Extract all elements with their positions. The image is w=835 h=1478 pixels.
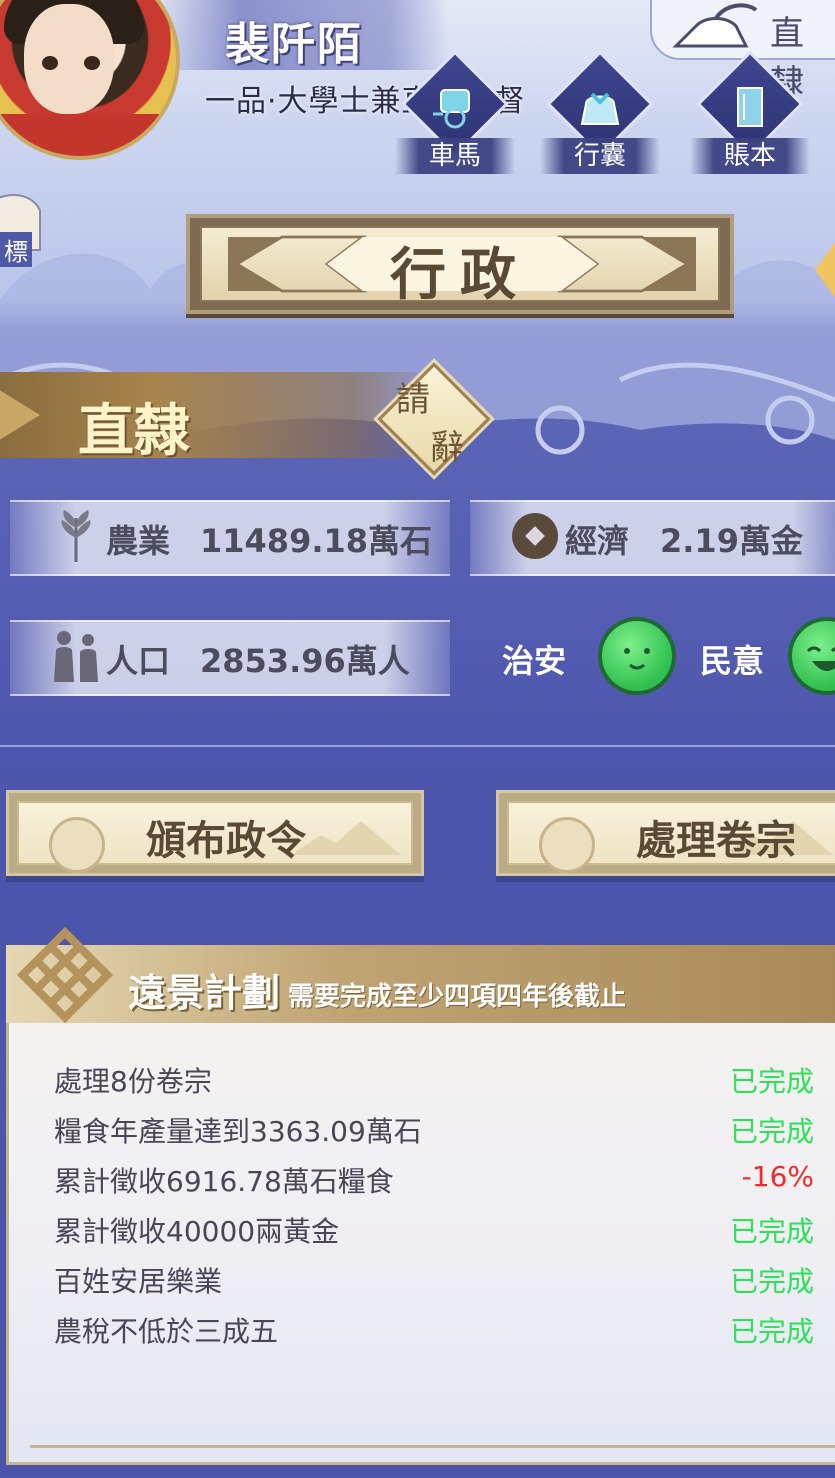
handle-files-label: 處理卷宗 <box>636 818 796 864</box>
endless-knot-icon <box>16 926 114 1024</box>
carriage-button[interactable]: 車馬 <box>395 50 515 178</box>
left-tab-label: 標 <box>0 232 32 267</box>
agriculture-label: 農業 <box>106 522 171 560</box>
plan-panel <box>6 945 835 1465</box>
goal-row: 糧食年產量達到3363.09萬石 已完成 <box>54 1110 814 1154</box>
plan-subtitle: 需要完成至少四項四年後截止 <box>288 982 627 1012</box>
goal-status: 已完成 <box>729 1115 814 1148</box>
goal-status: -16% <box>741 1160 814 1193</box>
dragon-seal-icon <box>49 817 105 873</box>
wheat-icon <box>61 510 91 562</box>
mountain-icon <box>291 821 401 855</box>
laugh-face-icon <box>806 646 835 671</box>
coin-icon <box>512 513 558 559</box>
ledger-icon <box>737 87 763 127</box>
ledger-label: 賬本 <box>690 138 810 174</box>
goal-row: 農稅不低於三成五 已完成 <box>54 1310 814 1354</box>
goal-row: 累計徵收40000兩黃金 已完成 <box>54 1210 814 1254</box>
iron-icon <box>672 3 758 48</box>
economy-label: 經濟 <box>565 522 630 560</box>
issue-decree-label: 頒布政令 <box>146 818 306 864</box>
goal-row: 百姓安居樂業 已完成 <box>54 1260 814 1304</box>
carriage-icon <box>433 89 470 129</box>
dragon-seal-icon <box>539 817 595 873</box>
plan-title: 遠景計劃 <box>128 971 281 1015</box>
goal-text: 農稅不低於三成五 <box>54 1315 279 1348</box>
people-icon <box>54 631 98 682</box>
population-label: 人口 <box>106 642 171 680</box>
bundle-button[interactable]: 行囊 <box>540 50 660 178</box>
goal-text: 累計徵收40000兩黃金 <box>54 1215 340 1248</box>
ledger-button[interactable]: 賬本 <box>690 50 810 178</box>
next-arrow-icon[interactable] <box>815 240 835 300</box>
resign-label-2: 辭 <box>430 428 464 468</box>
player-avatar[interactable] <box>0 0 180 160</box>
goal-status: 已完成 <box>729 1315 814 1348</box>
bundle-icon <box>580 92 620 125</box>
goal-status: 已完成 <box>729 1265 814 1298</box>
carriage-label: 車馬 <box>395 138 515 174</box>
goal-status: 已完成 <box>729 1215 814 1248</box>
province-bar <box>0 372 440 458</box>
bundle-label: 行囊 <box>540 138 660 174</box>
player-name: 裴阡陌 <box>225 19 363 70</box>
goal-text: 糧食年產量達到3363.09萬石 <box>54 1115 422 1148</box>
panel-bottom-border <box>30 1445 835 1448</box>
sentiment-label: 民意 <box>700 642 765 680</box>
population-value: 2853.96萬人 <box>200 642 410 680</box>
goal-row: 累計徵收6916.78萬石糧食 -16% <box>54 1160 814 1204</box>
resign-label-1: 請 <box>396 380 430 420</box>
economy-value: 2.19萬金 <box>660 522 803 560</box>
section-title: 行政 <box>390 243 530 308</box>
goal-text: 處理8份卷宗 <box>54 1065 212 1098</box>
province-name: 直隸 <box>78 399 190 464</box>
goal-status: 已完成 <box>729 1065 814 1098</box>
security-label: 治安 <box>502 642 567 680</box>
goal-text: 累計徵收6916.78萬石糧食 <box>54 1165 394 1198</box>
goal-row: 處理8份卷宗 已完成 <box>54 1060 814 1104</box>
sentiment-laugh-icon[interactable] <box>788 617 835 695</box>
security-smile-icon[interactable] <box>598 617 676 695</box>
smile-face-icon <box>624 648 650 670</box>
agriculture-value: 11489.18萬石 <box>200 522 433 560</box>
goal-text: 百姓安居樂業 <box>54 1265 223 1298</box>
divider <box>0 745 835 747</box>
